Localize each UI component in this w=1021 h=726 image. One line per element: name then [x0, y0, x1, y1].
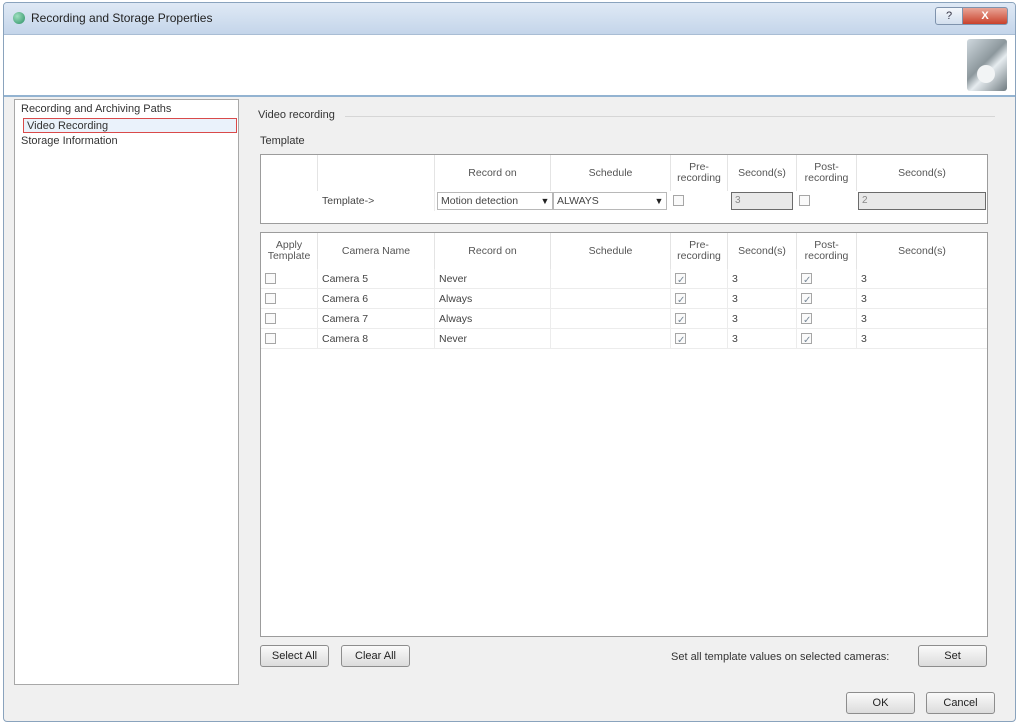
table-row: [261, 309, 318, 329]
apply-template-checkbox[interactable]: [265, 273, 276, 284]
select-all-button[interactable]: Select All: [260, 645, 329, 667]
apply-template-checkbox[interactable]: [265, 313, 276, 324]
title-bar: Recording and Storage Properties ? X: [4, 3, 1015, 35]
chevron-down-icon: ▼: [654, 196, 664, 206]
camera-name: Camera 8: [318, 329, 435, 349]
window-title: Recording and Storage Properties: [31, 11, 213, 25]
set-button[interactable]: Set: [918, 645, 987, 667]
schedule-value[interactable]: [551, 329, 671, 349]
app-icon: [13, 12, 25, 24]
pre-recording-checkbox[interactable]: [675, 291, 686, 308]
schedule-value[interactable]: [551, 269, 671, 289]
close-icon: X: [981, 10, 989, 22]
column-header-record-on: Record on: [435, 155, 551, 191]
header-banner: [4, 35, 1015, 97]
help-button[interactable]: ?: [935, 7, 963, 25]
clear-all-button[interactable]: Clear All: [341, 645, 410, 667]
schedule-value[interactable]: [551, 309, 671, 329]
column-header-seconds: Second(s): [728, 233, 797, 269]
post-seconds-value[interactable]: 3: [857, 329, 987, 349]
apply-template-checkbox[interactable]: [265, 333, 276, 344]
template-row-label: Template->: [318, 191, 435, 211]
pre-seconds-value[interactable]: 3: [728, 269, 797, 289]
record-on-value[interactable]: Never: [435, 269, 551, 289]
nav-item-storage-information[interactable]: Storage Information: [21, 134, 118, 149]
video-recording-group-title: Video recording: [258, 109, 335, 121]
nav-item-recording-archiving-paths[interactable]: Recording and Archiving Paths: [21, 102, 171, 117]
pre-recording-cell: [671, 269, 728, 289]
template-pre-recording-checkbox[interactable]: [673, 195, 684, 206]
column-header-blank-2: [318, 155, 435, 191]
close-button[interactable]: X: [962, 7, 1008, 25]
table-row: [261, 289, 318, 309]
record-on-value[interactable]: Always: [435, 289, 551, 309]
template-label: Template: [260, 135, 305, 147]
cancel-button[interactable]: Cancel: [926, 692, 995, 714]
pre-seconds-value[interactable]: 3: [728, 289, 797, 309]
apply-template-checkbox[interactable]: [265, 293, 276, 304]
template-post-seconds-input[interactable]: 2: [858, 192, 986, 210]
post-recording-cell: [797, 309, 857, 329]
pre-recording-checkbox[interactable]: [675, 311, 686, 328]
pre-recording-cell: [671, 289, 728, 309]
camera-name: Camera 7: [318, 309, 435, 329]
post-seconds-value[interactable]: 3: [857, 289, 987, 309]
pre-recording-cell: [671, 329, 728, 349]
post-seconds-value[interactable]: 3: [857, 269, 987, 289]
template-post-recording-checkbox[interactable]: [799, 195, 810, 206]
pre-recording-cell: [671, 309, 728, 329]
ok-button[interactable]: OK: [846, 692, 915, 714]
column-header-seconds-2: Second(s): [898, 166, 946, 179]
column-header-pre-recording: Pre-recording: [671, 155, 728, 191]
column-header-blank: [261, 155, 318, 191]
table-row: [261, 329, 318, 349]
post-recording-checkbox[interactable]: [801, 331, 812, 348]
schedule-value[interactable]: [551, 289, 671, 309]
record-on-value[interactable]: Always: [435, 309, 551, 329]
group-divider: [345, 116, 995, 117]
template-pre-seconds-input[interactable]: 3: [731, 192, 793, 210]
settings-navigation: Recording and Archiving Paths Video Reco…: [14, 99, 239, 685]
column-header-camera-name: Camera Name: [318, 233, 435, 269]
help-icon: ?: [945, 10, 953, 22]
storage-device-icon: [967, 39, 1007, 91]
column-header-schedule: Schedule: [551, 233, 671, 269]
column-header-post-recording: Post-recording: [797, 155, 857, 191]
pre-recording-checkbox[interactable]: [675, 331, 686, 348]
column-header-seconds-2: Second(s): [898, 244, 946, 257]
template-record-on-value: Motion detection: [441, 195, 519, 207]
column-header-seconds: Second(s): [728, 155, 797, 191]
column-header-apply-template: Apply Template: [261, 233, 318, 269]
pre-seconds-value[interactable]: 3: [728, 329, 797, 349]
column-header-schedule: Schedule: [551, 155, 671, 191]
post-recording-cell: [797, 329, 857, 349]
pre-seconds-value[interactable]: 3: [728, 309, 797, 329]
column-header-record-on: Record on: [435, 233, 551, 269]
table-row: [261, 269, 318, 289]
template-schedule-value: ALWAYS: [557, 195, 599, 207]
post-recording-checkbox[interactable]: [801, 311, 812, 328]
post-recording-checkbox[interactable]: [801, 291, 812, 308]
record-on-value[interactable]: Never: [435, 329, 551, 349]
camera-name: Camera 6: [318, 289, 435, 309]
template-grid: Record on Schedule Pre-recording Second(…: [260, 154, 988, 224]
nav-item-video-recording[interactable]: Video Recording: [23, 118, 237, 133]
template-record-on-dropdown[interactable]: Motion detection ▼: [437, 192, 553, 210]
template-schedule-dropdown[interactable]: ALWAYS ▼: [553, 192, 667, 210]
set-template-text: Set all template values on selected came…: [671, 651, 890, 663]
column-header-post-recording: Post-recording: [797, 233, 857, 269]
chevron-down-icon: ▼: [540, 196, 550, 206]
pre-recording-checkbox[interactable]: [675, 271, 686, 288]
post-recording-cell: [797, 289, 857, 309]
post-recording-checkbox[interactable]: [801, 271, 812, 288]
camera-grid: Apply Template Camera Name Record on Sch…: [260, 232, 988, 637]
column-header-pre-recording: Pre-recording: [671, 233, 728, 269]
post-recording-cell: [797, 269, 857, 289]
post-seconds-value[interactable]: 3: [857, 309, 987, 329]
camera-name: Camera 5: [318, 269, 435, 289]
